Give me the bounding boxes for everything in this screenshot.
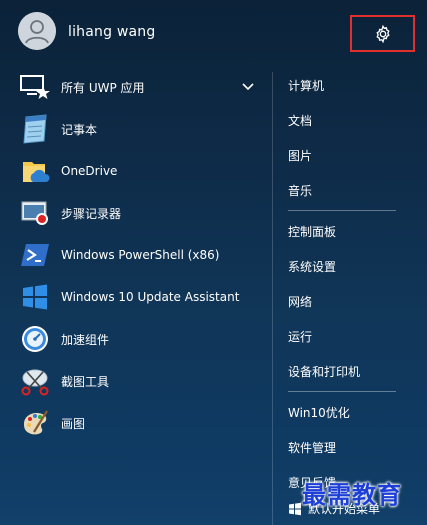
accelerate-icon (18, 322, 52, 356)
menu-separator (288, 210, 396, 211)
steps-recorder-icon (18, 196, 52, 230)
app-item-notepad[interactable]: 记事本 (0, 108, 272, 150)
chevron-down-icon[interactable] (241, 80, 255, 94)
app-label: 步骤记录器 (61, 206, 122, 221)
app-item-paint[interactable]: 画图 (0, 402, 272, 444)
app-item-accelerate[interactable]: 加速组件 (0, 318, 272, 360)
user-name[interactable]: lihang wang (68, 24, 155, 40)
uwp-apps-icon (18, 70, 52, 104)
menu-item-system-settings[interactable]: 系统设置 (288, 249, 408, 284)
windows-logo-icon (18, 280, 52, 314)
app-label: OneDrive (61, 164, 118, 178)
menu-item-control-panel[interactable]: 控制面板 (288, 214, 408, 249)
app-item-snipping-tool[interactable]: 截图工具 (0, 360, 272, 402)
avatar[interactable] (18, 12, 56, 50)
right-menu: 计算机 文档 图片 音乐 控制面板 系统设置 网络 运行 设备和打印机 Win1… (288, 68, 408, 500)
onedrive-icon (18, 154, 52, 188)
gear-icon (375, 24, 390, 43)
app-item-onedrive[interactable]: OneDrive (0, 150, 272, 192)
start-menu-header: lihang wang (0, 0, 427, 64)
menu-item-network[interactable]: 网络 (288, 284, 408, 319)
app-list: 所有 UWP 应用 记事本 OneDrive 步骤记录器 Windows Pow… (0, 66, 272, 444)
menu-item-run[interactable]: 运行 (288, 319, 408, 354)
app-label: Windows PowerShell (x86) (61, 248, 220, 262)
app-label: 所有 UWP 应用 (61, 80, 145, 95)
menu-item-computer[interactable]: 计算机 (288, 68, 408, 103)
windows-logo-icon (289, 502, 301, 515)
snipping-tool-icon (18, 364, 52, 398)
app-item-powershell[interactable]: Windows PowerShell (x86) (0, 234, 272, 276)
app-item-uwp[interactable]: 所有 UWP 应用 (0, 66, 272, 108)
app-label: 加速组件 (61, 332, 110, 347)
user-avatar-icon (18, 12, 56, 50)
column-divider (272, 72, 273, 525)
app-item-update-assistant[interactable]: Windows 10 Update Assistant (0, 276, 272, 318)
paint-icon (18, 406, 52, 440)
settings-button[interactable] (350, 15, 415, 52)
menu-item-devices-printers[interactable]: 设备和打印机 (288, 354, 408, 389)
menu-item-pictures[interactable]: 图片 (288, 138, 408, 173)
menu-item-win10-optimize[interactable]: Win10优化 (288, 395, 408, 430)
app-label: 画图 (61, 416, 86, 431)
app-label: 截图工具 (61, 374, 110, 389)
menu-item-documents[interactable]: 文档 (288, 103, 408, 138)
watermark: 最需教育 (302, 480, 402, 509)
app-label: Windows 10 Update Assistant (61, 290, 240, 304)
menu-separator (288, 391, 396, 392)
menu-item-music[interactable]: 音乐 (288, 173, 408, 208)
notepad-icon (18, 112, 52, 146)
menu-item-software-manager[interactable]: 软件管理 (288, 430, 408, 465)
app-item-steps-recorder[interactable]: 步骤记录器 (0, 192, 272, 234)
powershell-icon (18, 238, 52, 272)
app-label: 记事本 (61, 122, 98, 137)
